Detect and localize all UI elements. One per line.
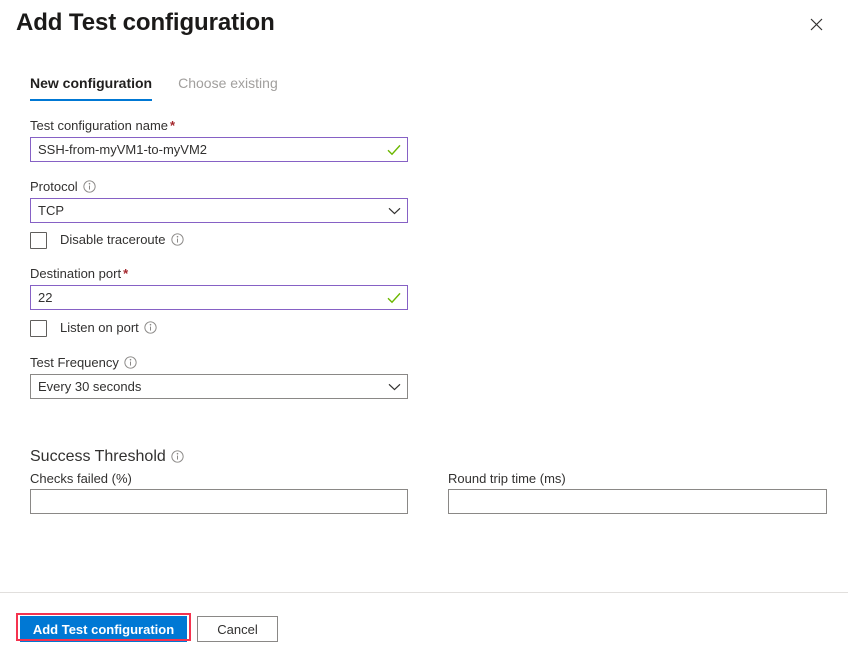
disable-traceroute-checkbox[interactable]: [30, 232, 47, 249]
close-icon: [810, 18, 823, 31]
required-asterisk: *: [123, 266, 128, 281]
close-button[interactable]: [802, 10, 830, 38]
configuration-tabs: New configuration Choose existing: [30, 74, 278, 101]
destination-port-value: 22: [38, 286, 383, 309]
page-title: Add Test configuration: [16, 6, 275, 40]
test-frequency-dropdown[interactable]: Every 30 seconds: [30, 374, 408, 399]
tab-choose-existing[interactable]: Choose existing: [178, 74, 278, 101]
info-icon[interactable]: [171, 233, 184, 250]
test-configuration-name-value: SSH-from-myVM1-to-myVM2: [38, 138, 383, 161]
success-threshold-heading: Success Threshold: [30, 446, 184, 469]
add-test-configuration-button[interactable]: Add Test configuration: [20, 616, 187, 642]
required-asterisk: *: [170, 118, 175, 133]
info-icon[interactable]: [171, 448, 184, 469]
destination-port-label: Destination port*: [30, 265, 128, 282]
disable-traceroute-label: Disable traceroute: [60, 231, 184, 250]
chevron-down-icon: [388, 383, 401, 391]
round-trip-time-input[interactable]: [448, 489, 827, 514]
info-icon[interactable]: [83, 180, 96, 197]
round-trip-time-label: Round trip time (ms): [448, 470, 566, 487]
test-frequency-value: Every 30 seconds: [38, 375, 384, 398]
protocol-value: TCP: [38, 199, 384, 222]
info-icon[interactable]: [124, 356, 137, 373]
footer-divider: [0, 592, 848, 593]
test-frequency-label: Test Frequency: [30, 354, 137, 373]
checks-failed-label: Checks failed (%): [30, 470, 132, 487]
checks-failed-input[interactable]: [30, 489, 408, 514]
check-icon: [387, 292, 401, 304]
info-icon[interactable]: [144, 321, 157, 338]
tab-new-configuration[interactable]: New configuration: [30, 74, 152, 101]
protocol-label: Protocol: [30, 178, 96, 197]
test-configuration-name-label: Test configuration name*: [30, 117, 175, 134]
chevron-down-icon: [388, 207, 401, 215]
add-test-configuration-blade: Add Test configuration New configuration…: [0, 0, 848, 657]
disable-traceroute-checkbox-row[interactable]: Disable traceroute: [30, 231, 184, 250]
check-icon: [387, 144, 401, 156]
cancel-button[interactable]: Cancel: [197, 616, 278, 642]
listen-on-port-checkbox-row[interactable]: Listen on port: [30, 319, 157, 338]
destination-port-input[interactable]: 22: [30, 285, 408, 310]
protocol-dropdown[interactable]: TCP: [30, 198, 408, 223]
listen-on-port-checkbox[interactable]: [30, 320, 47, 337]
listen-on-port-label: Listen on port: [60, 319, 157, 338]
test-configuration-name-input[interactable]: SSH-from-myVM1-to-myVM2: [30, 137, 408, 162]
